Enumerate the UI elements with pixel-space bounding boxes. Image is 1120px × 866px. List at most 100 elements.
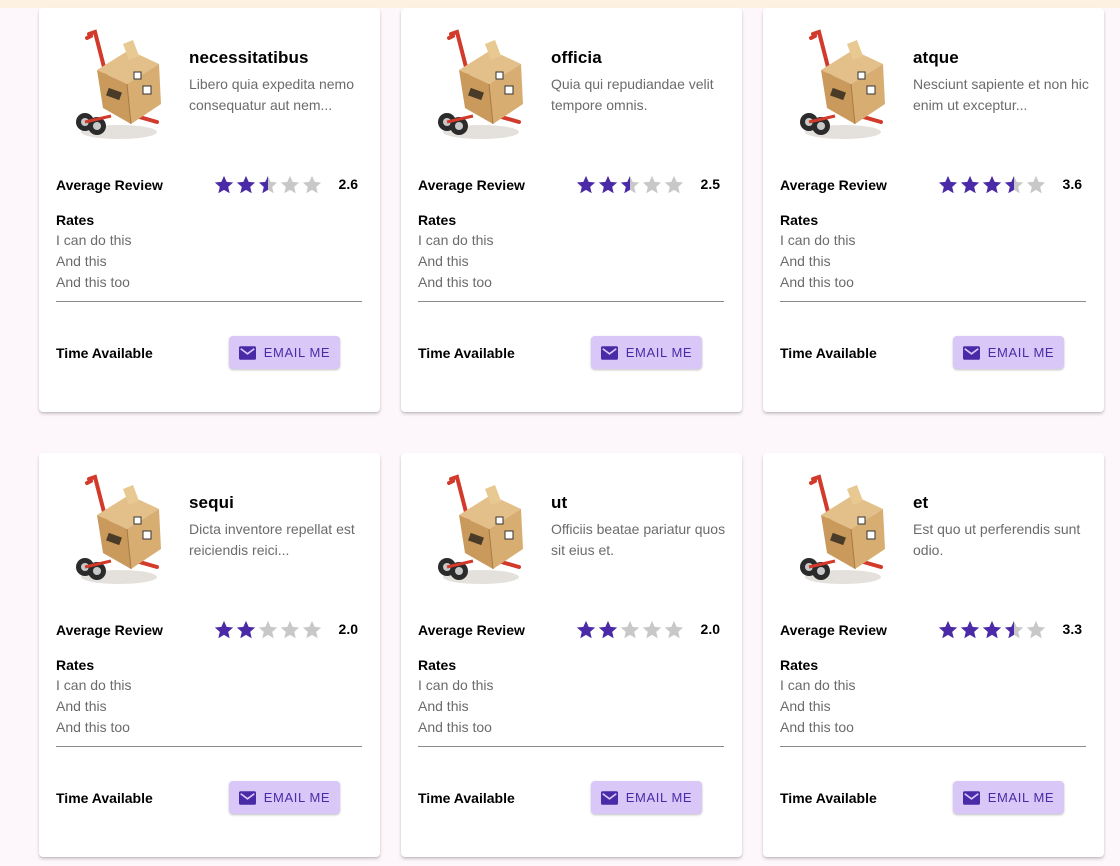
average-review-label: Average Review [56,177,163,193]
time-available-label: Time Available [56,790,153,806]
provider-description: Officiis beatae pariatur quos sit eius e… [551,521,726,558]
email-me-button[interactable]: EMAIL ME [229,781,340,814]
divider [418,301,724,302]
provider-name: atque [913,48,959,67]
rate-item: And this too [780,274,854,290]
rates-list: I can do this And this And this too [56,230,362,293]
average-review-value: 3.3 [1062,621,1082,637]
rate-item: And this [56,253,107,269]
star-filled-icon [982,620,1002,639]
rate-item: And this [780,698,831,714]
mail-icon [962,790,980,805]
star-rating [575,173,685,197]
star-filled-icon [598,175,618,194]
provider-name: sequi [189,493,234,512]
star-rating [575,618,685,642]
rate-item: I can do this [56,677,132,693]
rates-label: Rates [418,212,457,228]
card-header: et Est quo ut perferendis sunt odio. [913,475,1090,579]
rate-item: I can do this [418,232,494,248]
average-review-row: Average Review 2.5 [418,173,720,197]
moving-box-hand-truck-image [438,474,523,584]
star-rating [937,173,1047,197]
rates-list: I can do this And this And this too [56,675,362,738]
time-available-label: Time Available [418,345,515,361]
average-review-value: 2.5 [700,176,720,192]
rates-list: I can do this And this And this too [780,675,1086,738]
email-me-button[interactable]: EMAIL ME [591,336,702,369]
star-filled-icon [960,175,980,194]
divider [418,746,724,747]
star-empty-icon [642,175,662,194]
star-rating [937,618,1047,642]
provider-card-1: necessitatibus Libero quia expedita nemo… [39,8,380,412]
email-me-button[interactable]: EMAIL ME [229,336,340,369]
time-available-label: Time Available [418,790,515,806]
star-empty-icon [302,175,322,194]
email-me-button[interactable]: EMAIL ME [953,336,1064,369]
average-review-label: Average Review [780,177,887,193]
email-me-label: EMAIL ME [987,345,1055,360]
average-review-value: 2.6 [338,176,358,192]
provider-card-2: officia Quia qui repudiandae velit tempo… [401,8,742,412]
email-me-button[interactable]: EMAIL ME [591,781,702,814]
star-empty-icon [280,175,300,194]
average-review-row: Average Review 2.6 [56,173,358,197]
star-empty-icon [258,620,278,639]
average-review-value: 2.0 [700,621,720,637]
star-rating [213,618,323,642]
mail-icon [600,790,618,805]
rate-item: And this [56,698,107,714]
provider-name: ut [551,493,568,512]
rates-list: I can do this And this And this too [418,230,724,293]
time-available-row: Time Available EMAIL ME [418,336,724,370]
rate-item: And this too [56,719,130,735]
rates-label: Rates [56,212,95,228]
average-review-value: 2.0 [338,621,358,637]
rates-section: Rates I can do this And this And this too [56,212,362,293]
star-filled-icon [214,175,234,194]
rates-section: Rates I can do this And this And this too [418,212,724,293]
email-me-label: EMAIL ME [263,345,331,360]
rate-item: And this [418,698,469,714]
card-header: necessitatibus Libero quia expedita nemo… [189,30,366,134]
card-header: officia Quia qui repudiandae velit tempo… [551,30,728,134]
provider-card-4: sequi Dicta inventore repellat est reici… [39,453,380,857]
star-empty-icon [620,620,640,639]
divider [780,746,1086,747]
moving-box-hand-truck-image [800,474,885,584]
star-empty-icon [280,620,300,639]
star-empty-icon [664,175,684,194]
provider-name: et [913,493,929,512]
star-filled-icon [576,175,596,194]
star-empty-icon [1026,175,1046,194]
provider-description: Nesciunt sapiente et non hic enim ut exc… [913,76,1089,113]
star-filled-icon [982,175,1002,194]
rate-item: And this [780,253,831,269]
card-header: atque Nesciunt sapiente et non hic enim … [913,30,1090,134]
card-header: sequi Dicta inventore repellat est reici… [189,475,366,579]
average-review-label: Average Review [418,177,525,193]
average-review-label: Average Review [418,622,525,638]
email-me-button[interactable]: EMAIL ME [953,781,1064,814]
time-available-label: Time Available [56,345,153,361]
email-me-label: EMAIL ME [625,790,693,805]
star-empty-icon [642,620,662,639]
rates-section: Rates I can do this And this And this too [780,212,1086,293]
mail-icon [238,345,256,360]
rate-item: And this too [418,274,492,290]
provider-description: Est quo ut perferendis sunt odio. [913,521,1081,558]
star-filled-icon [960,620,980,639]
time-available-label: Time Available [780,790,877,806]
moving-box-hand-truck-image [76,474,161,584]
provider-description: Dicta inventore repellat est reiciendis … [189,521,355,558]
provider-description: Libero quia expedita nemo consequatur au… [189,76,355,113]
provider-description: Quia qui repudiandae velit tempore omnis… [551,76,714,113]
star-filled-icon [236,620,256,639]
average-review-row: Average Review 2.0 [56,618,358,642]
top-strip [0,0,1120,8]
time-available-row: Time Available EMAIL ME [56,336,362,370]
star-filled-icon [236,175,256,194]
email-me-label: EMAIL ME [263,790,331,805]
rate-item: And this [418,253,469,269]
